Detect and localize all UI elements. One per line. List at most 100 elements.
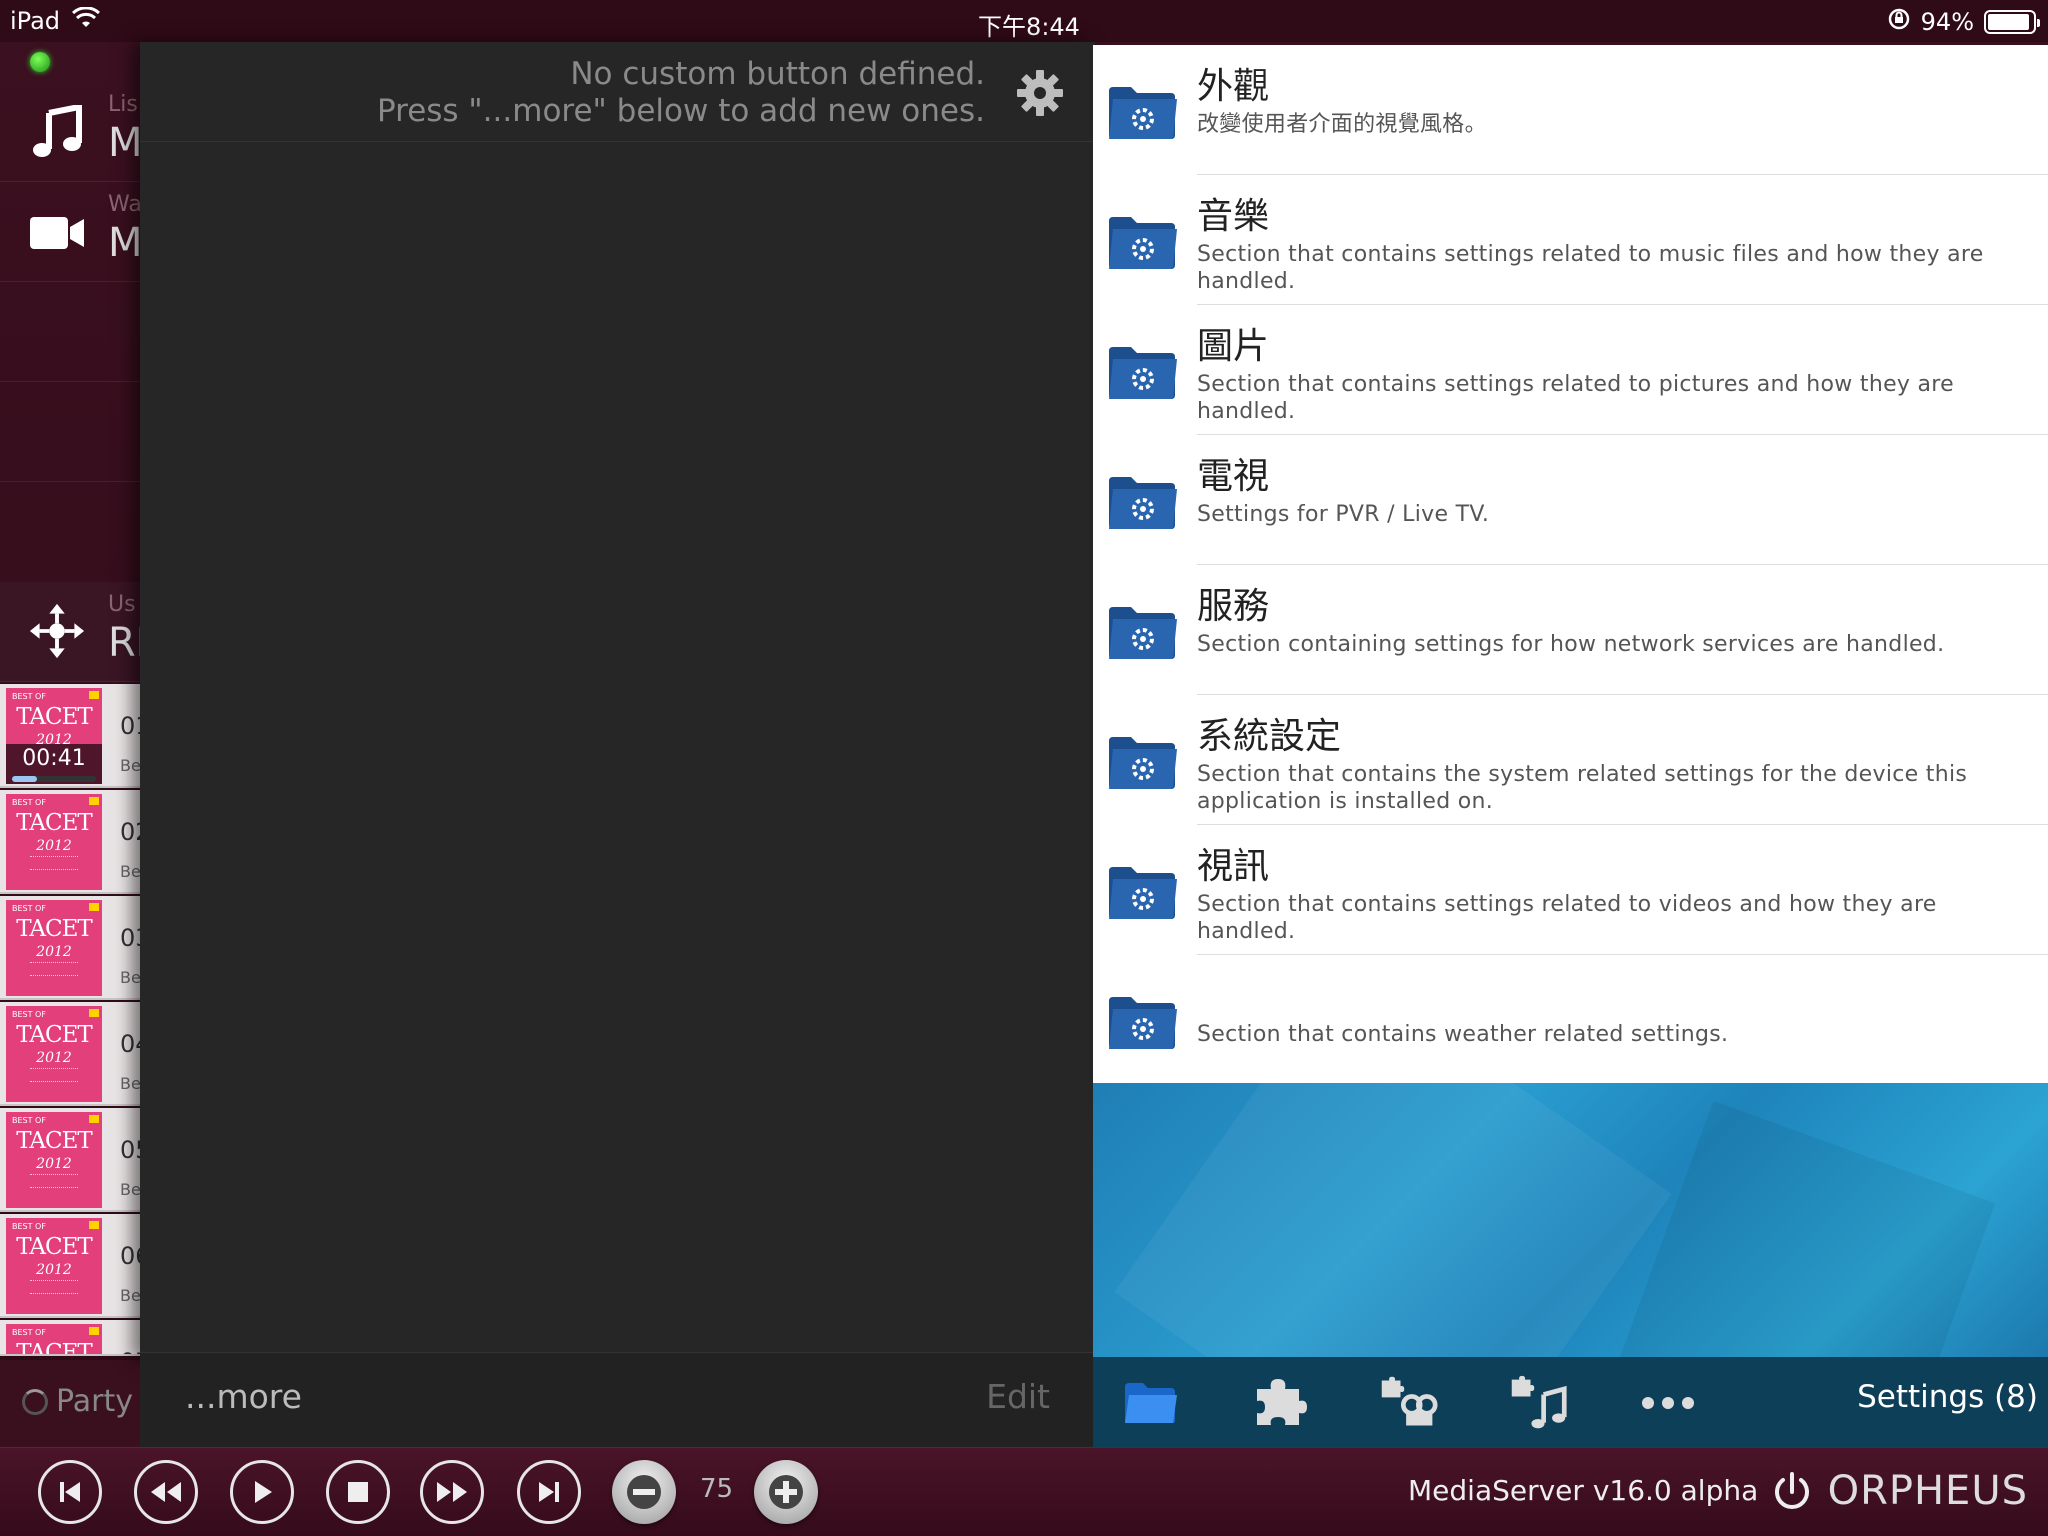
- settings-folder-icon: [1109, 347, 1177, 399]
- album-cover: BEST OF TACET 2012: [6, 900, 102, 996]
- album-cover: BEST OF TACET 2012: [6, 1112, 102, 1208]
- menu-item-title: M: [108, 120, 143, 166]
- list-item[interactable]: BEST OF TACET 2012 06 Be: [0, 1214, 151, 1318]
- more-button[interactable]: ...more: [185, 1377, 302, 1416]
- list-item[interactable]: BEST OF TACET 07: [0, 1320, 145, 1356]
- settings-item-appearance[interactable]: 外觀 改變使用者介面的視覺風格。: [1093, 45, 2048, 175]
- settings-item-title: 圖片: [1197, 326, 1270, 367]
- fast-forward-icon: [437, 1482, 467, 1502]
- settings-item-description: 改變使用者介面的視覺風格。: [1197, 112, 1487, 137]
- custom-buttons-footer: ...more Edit: [140, 1352, 1095, 1447]
- connection-status-icon: [30, 52, 50, 72]
- play-button[interactable]: [230, 1460, 294, 1524]
- settings-item-title: 系統設定: [1197, 716, 1342, 757]
- settings-item-description: Section containing settings for how netw…: [1197, 632, 1945, 657]
- settings-item-title: 外觀: [1197, 66, 1270, 107]
- plus-icon: [769, 1475, 803, 1509]
- list-item[interactable]: BEST OF TACET 2012 03 Be: [0, 896, 151, 1000]
- list-item[interactable]: BEST OF TACET 2012 04 Be: [0, 1002, 151, 1106]
- fast-forward-button[interactable]: [420, 1460, 484, 1524]
- skip-next-icon: [539, 1482, 559, 1502]
- background-wallpaper: [1093, 1083, 2048, 1357]
- volume-up-button[interactable]: [754, 1460, 818, 1524]
- settings-list: 外觀 改變使用者介面的視覺風格。 音樂 Section that contain…: [1093, 45, 2048, 1083]
- settings-item-title: 服務: [1197, 586, 1270, 627]
- addon-music-icon[interactable]: [1508, 1375, 1568, 1431]
- album-cover: BEST OF TACET: [6, 1324, 102, 1354]
- settings-item-system[interactable]: 系統設定 Section that contains the system re…: [1093, 695, 2048, 825]
- puzzle-icon[interactable]: [1250, 1375, 1310, 1431]
- settings-item-music[interactable]: 音樂 Section that contains settings relate…: [1093, 175, 2048, 305]
- party-spinner-icon: [22, 1388, 48, 1415]
- settings-item-tv[interactable]: 電視 Settings for PVR / Live TV.: [1093, 435, 2048, 565]
- settings-folder-icon: [1109, 477, 1177, 529]
- settings-item-description: Section that contains weather related se…: [1197, 1022, 1729, 1047]
- settings-folder-icon: [1109, 867, 1177, 919]
- list-item[interactable]: BEST OF TACET 2012 05 Be: [0, 1108, 151, 1212]
- stop-button[interactable]: [326, 1460, 390, 1524]
- settings-item-weather[interactable]: Section that contains weather related se…: [1093, 955, 2048, 1085]
- settings-item-video[interactable]: 視訊 Section that contains settings relate…: [1093, 825, 2048, 955]
- settings-folder-icon: [1109, 87, 1177, 139]
- track-artist: Be: [120, 968, 141, 987]
- addon-video-icon[interactable]: [1378, 1375, 1438, 1431]
- elapsed-time: 00:41: [22, 746, 86, 771]
- ellipsis-icon[interactable]: [1638, 1375, 1698, 1431]
- party-label: Party: [56, 1384, 133, 1419]
- skip-previous-icon: [60, 1482, 80, 1502]
- battery-icon: [1984, 10, 2040, 34]
- menu-item-music[interactable]: Lis M: [0, 82, 145, 182]
- party-mode-toggle[interactable]: Party: [22, 1384, 133, 1419]
- album-cover: BEST OF TACET 2012: [6, 794, 102, 890]
- status-bar: iPad 下午8:44 94%: [0, 0, 2048, 42]
- now-playing-timer: 00:41: [6, 744, 102, 784]
- skip-next-button[interactable]: [517, 1460, 581, 1524]
- menu-item-subtitle: Wa: [108, 192, 142, 217]
- list-item[interactable]: BEST OF TACET 2012 02 Be: [0, 790, 151, 894]
- menu-item-remote[interactable]: Us RI: [0, 582, 148, 682]
- track-artist: Be: [120, 1180, 141, 1199]
- menu-item-subtitle: Lis: [108, 92, 138, 117]
- settings-item-pictures[interactable]: 圖片 Section that contains settings relate…: [1093, 305, 2048, 435]
- folder-icon[interactable]: [1121, 1375, 1181, 1431]
- settings-item-description: Section that contains settings related t…: [1197, 892, 1937, 944]
- gear-icon[interactable]: [1015, 68, 1065, 118]
- custom-buttons-panel: No custom button defined. Press "...more…: [140, 42, 1095, 1447]
- settings-folder-icon: [1109, 607, 1177, 659]
- custom-buttons-header: No custom button defined. Press "...more…: [140, 42, 1095, 142]
- empty-message: No custom button defined. Press "...more…: [376, 56, 985, 129]
- power-icon[interactable]: [1770, 1470, 1814, 1514]
- settings-item-title: 視訊: [1197, 846, 1270, 887]
- menu-item-subtitle: Us: [108, 592, 136, 617]
- battery-percent: 94%: [1920, 8, 1974, 36]
- album-cover: BEST OF TACET 2012: [6, 1006, 102, 1102]
- play-icon: [255, 1481, 272, 1503]
- rotation-lock-icon: [1887, 7, 1911, 37]
- menu-item-empty: [0, 382, 145, 482]
- track-artist: Be: [120, 1074, 141, 1093]
- settings-item-title: 音樂: [1197, 196, 1270, 237]
- clock: 下午8:44: [978, 13, 1080, 41]
- rewind-button[interactable]: [134, 1460, 198, 1524]
- menu-item-video[interactable]: Wa M: [0, 182, 145, 282]
- rewind-icon: [151, 1482, 181, 1502]
- playback-progress-bar: [12, 776, 96, 782]
- settings-item-services[interactable]: 服務 Section containing settings for how n…: [1093, 565, 2048, 695]
- edit-button[interactable]: Edit: [986, 1377, 1050, 1416]
- track-artist: Be: [120, 1286, 141, 1305]
- server-name[interactable]: MediaServer v16.0 alpha: [1408, 1474, 1758, 1507]
- app-logo: ORPHEUS: [1827, 1468, 2028, 1514]
- settings-folder-icon: [1109, 997, 1177, 1049]
- track-artist: Be: [120, 756, 141, 775]
- settings-title: Settings (8): [1857, 1379, 2038, 1415]
- settings-item-description: Section that contains settings related t…: [1197, 372, 1954, 424]
- settings-toolbar: Settings (8): [1093, 1357, 2048, 1447]
- settings-item-description: Section that contains the system related…: [1197, 762, 1968, 814]
- volume-down-button[interactable]: [612, 1460, 676, 1524]
- list-item[interactable]: BEST OF TACET 2012 00:41 01 Be: [0, 684, 151, 788]
- track-artist: Be: [120, 862, 141, 881]
- music-note-icon: [28, 104, 86, 162]
- skip-previous-button[interactable]: [38, 1460, 102, 1524]
- remote-dpad-icon: [28, 602, 86, 660]
- menu-item-title: M: [108, 220, 143, 266]
